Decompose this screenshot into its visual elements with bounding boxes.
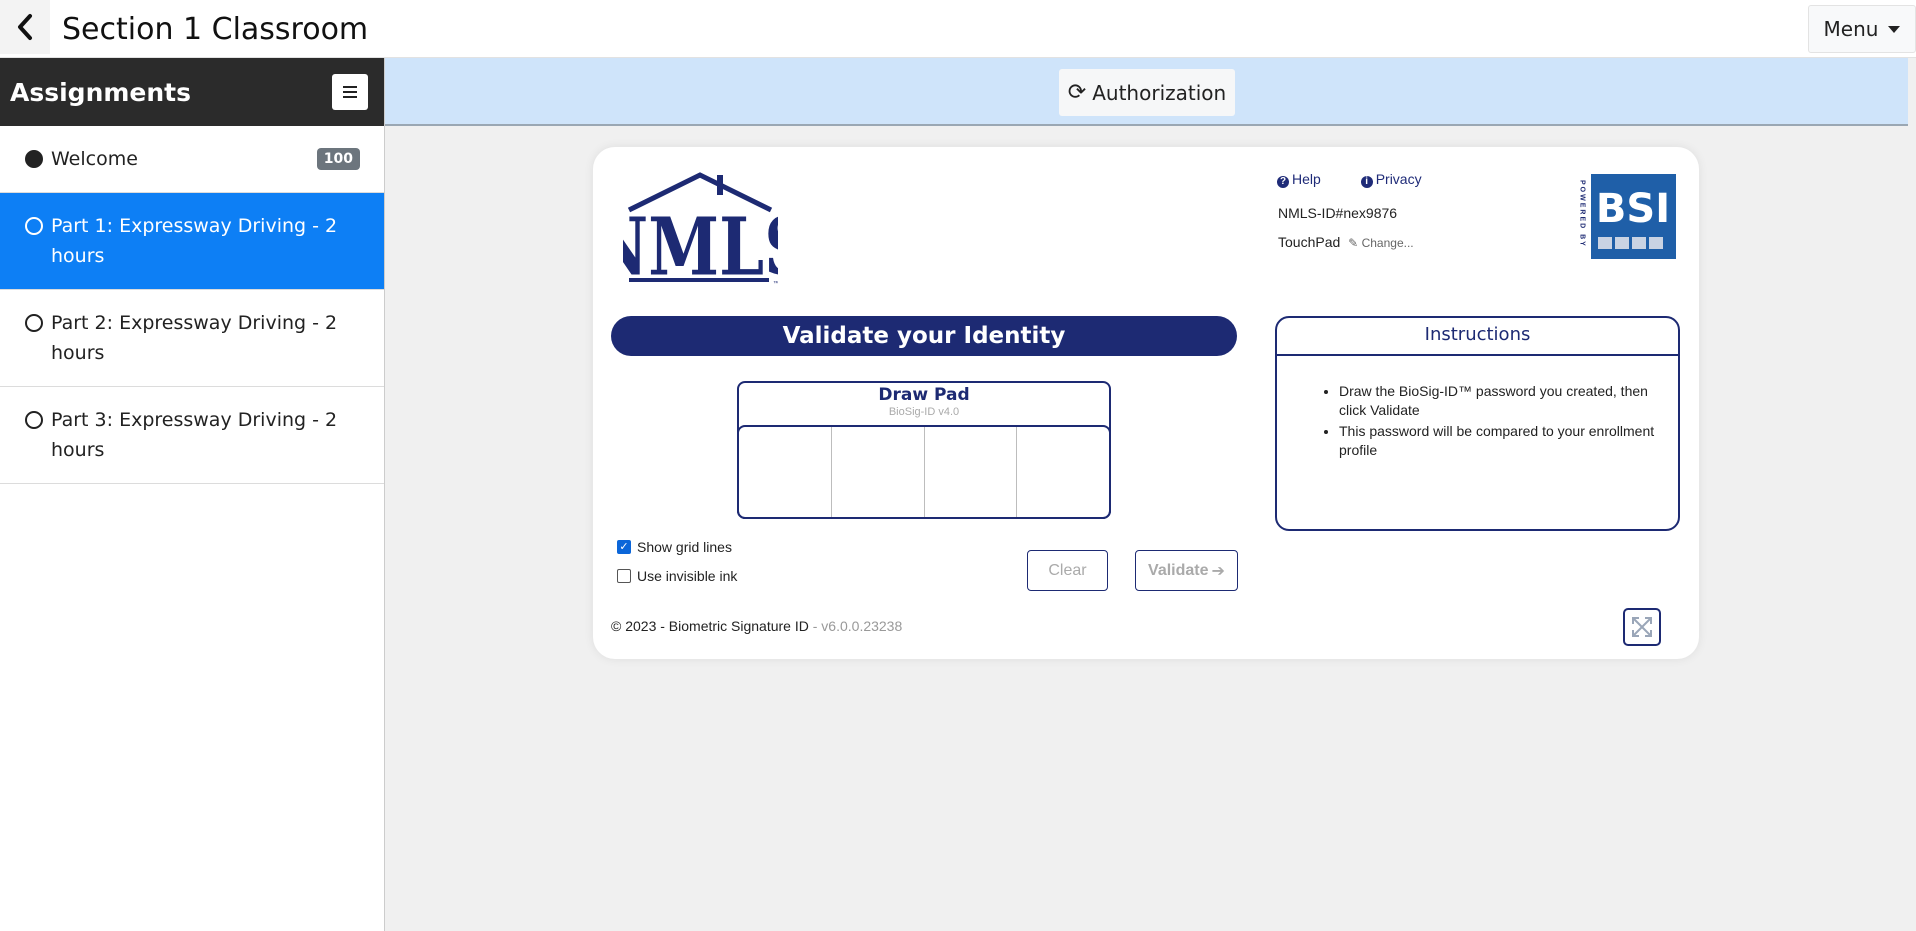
sidebar-item-label: Welcome — [51, 148, 138, 170]
fullscreen-button[interactable] — [1623, 608, 1661, 646]
invisible-ink-label: Use invisible ink — [637, 568, 738, 584]
sidebar-item-part-1[interactable]: Part 1: Expressway Driving - 2 hours — [0, 193, 384, 290]
change-device-link[interactable]: ✎ Change... — [1348, 236, 1413, 250]
main-content: ⟳ Authorization NMLS ™ ?Help iPrivacy NM… — [385, 58, 1916, 931]
sidebar-item-label: Part 1: Expressway Driving - 2 hours — [51, 215, 338, 267]
trademark-text: ™ — [773, 280, 778, 287]
checkbox-unchecked-icon — [617, 569, 631, 583]
sidebar-toggle-button[interactable] — [332, 74, 368, 110]
complete-circle-icon — [25, 150, 43, 168]
score-badge: 100 — [316, 148, 360, 170]
back-button[interactable] — [0, 0, 50, 54]
empty-circle-icon — [25, 217, 43, 235]
empty-circle-icon — [25, 314, 43, 332]
authorization-button[interactable]: ⟳ Authorization — [1059, 69, 1235, 116]
footer: © 2023 - Biometric Signature ID - v6.0.0… — [611, 618, 902, 634]
sidebar-item-label: Part 3: Expressway Driving - 2 hours — [51, 409, 338, 461]
nmls-logo: NMLS ™ — [623, 172, 778, 287]
instructions-panel: Instructions Draw the BioSig-ID™ passwor… — [1275, 316, 1680, 531]
clear-button[interactable]: Clear — [1027, 550, 1108, 591]
show-grid-label: Show grid lines — [637, 539, 732, 555]
nmls-logo-text: NMLS — [623, 201, 778, 287]
draw-pad: Draw Pad BioSig-ID v4.0 — [737, 381, 1111, 519]
expand-icon — [1632, 617, 1652, 637]
help-links: ? Help i Privacy — [1277, 171, 1458, 188]
question-circle-icon: ? — [1277, 176, 1289, 188]
empty-circle-icon — [25, 411, 43, 429]
hamburger-icon — [343, 86, 357, 88]
sidebar-item-part-3[interactable]: Part 3: Expressway Driving - 2 hours — [0, 387, 384, 484]
list-item: This password will be compared to your e… — [1339, 422, 1678, 460]
validate-identity-title: Validate your Identity — [611, 316, 1237, 356]
sidebar: Assignments Welcome 100 Part 1: Expressw… — [0, 58, 385, 931]
refresh-icon: ⟳ — [1067, 80, 1087, 105]
powered-by-text: POWERED BY — [1579, 180, 1586, 248]
arrow-right-icon: ➔ — [1211, 562, 1225, 580]
info-circle-icon: i — [1360, 176, 1373, 188]
chevron-left-icon — [18, 14, 32, 40]
validate-label: Validate — [1148, 561, 1209, 579]
instructions-list: Draw the BioSig-ID™ password you created… — [1277, 382, 1678, 460]
device-info: TouchPad ✎ Change... — [1278, 234, 1414, 250]
menu-button[interactable]: Menu — [1808, 5, 1916, 53]
menu-label: Menu — [1823, 17, 1879, 41]
scrollbar[interactable] — [1908, 58, 1916, 126]
biosig-card: NMLS ™ ?Help iPrivacy NMLS-ID#nex9876 To… — [593, 147, 1699, 659]
bsi-text: BSI — [1596, 186, 1670, 232]
privacy-link[interactable]: i Privacy — [1360, 171, 1440, 188]
bsi-logo: POWERED BY BSI — [1579, 174, 1676, 259]
draw-pad-canvas[interactable] — [737, 425, 1111, 519]
sidebar-header: Assignments — [0, 58, 384, 126]
version-text: - v6.0.0.23238 — [808, 618, 903, 634]
checkbox-checked-icon: ✓ — [617, 540, 631, 554]
nmls-id-text: NMLS-ID#nex9876 — [1278, 205, 1398, 221]
draw-pad-title: Draw Pad — [878, 385, 970, 405]
page-title: Section 1 Classroom — [62, 12, 369, 47]
sidebar-item-label: Part 2: Expressway Driving - 2 hours — [51, 312, 338, 364]
help-link[interactable]: ? Help — [1277, 171, 1339, 188]
instructions-title: Instructions — [1277, 318, 1678, 356]
device-label: TouchPad — [1278, 234, 1341, 250]
authorization-label: Authorization — [1092, 80, 1227, 105]
edit-icon: ✎ — [1348, 236, 1359, 250]
draw-pad-version: BioSig-ID v4.0 — [888, 406, 960, 418]
caret-down-icon — [1888, 25, 1901, 33]
validate-button[interactable]: Validate ➔ — [1135, 550, 1238, 591]
list-item: Draw the BioSig-ID™ password you created… — [1339, 382, 1678, 420]
copyright-text: © 2023 - Biometric Signature ID — [611, 618, 809, 634]
invisible-ink-checkbox[interactable]: Use invisible ink — [617, 568, 737, 584]
authorization-bar: ⟳ Authorization — [385, 58, 1916, 126]
sidebar-item-welcome[interactable]: Welcome 100 — [0, 126, 384, 193]
top-header: Section 1 Classroom Menu — [0, 0, 1916, 58]
sidebar-title: Assignments — [10, 77, 192, 107]
sidebar-item-part-2[interactable]: Part 2: Expressway Driving - 2 hours — [0, 290, 384, 387]
show-grid-checkbox[interactable]: ✓ Show grid lines — [617, 539, 732, 555]
